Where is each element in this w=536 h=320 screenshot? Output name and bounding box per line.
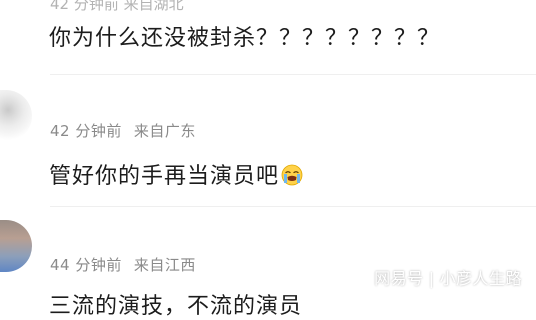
watermark: 网易号 | 小彦人生路 [374,265,522,289]
divider [50,206,536,207]
comment-text: 你为什么还没被封杀？？？？？？？？ [49,26,441,51]
avatar[interactable] [0,220,32,272]
watermark-separator: | [428,269,435,288]
comment-meta: 42 分钟前 来自广东 [50,120,196,141]
comment-text: 管好你的手再当演员吧 [49,164,280,189]
comment-location: 来自广东 [133,122,196,140]
watermark-brand: 网易号 [374,269,424,288]
comment-text: 三流的演技，不流的演员 [49,294,303,319]
comment-meta-partial: 42 分钟前 来自湖北 [50,0,184,13]
comment-time: 44 分钟前 [50,256,122,274]
comment-meta: 44 分钟前 来自江西 [50,254,196,275]
comment-time: 42 分钟前 [50,122,122,140]
avatar[interactable] [0,90,32,142]
comment-location: 来自江西 [133,256,196,274]
watermark-author: 小彦人生路 [439,269,522,288]
comment-text-row: 管好你的手再当演员吧 [49,158,303,190]
divider [50,74,536,75]
crying-face-emoji-icon [281,164,303,186]
